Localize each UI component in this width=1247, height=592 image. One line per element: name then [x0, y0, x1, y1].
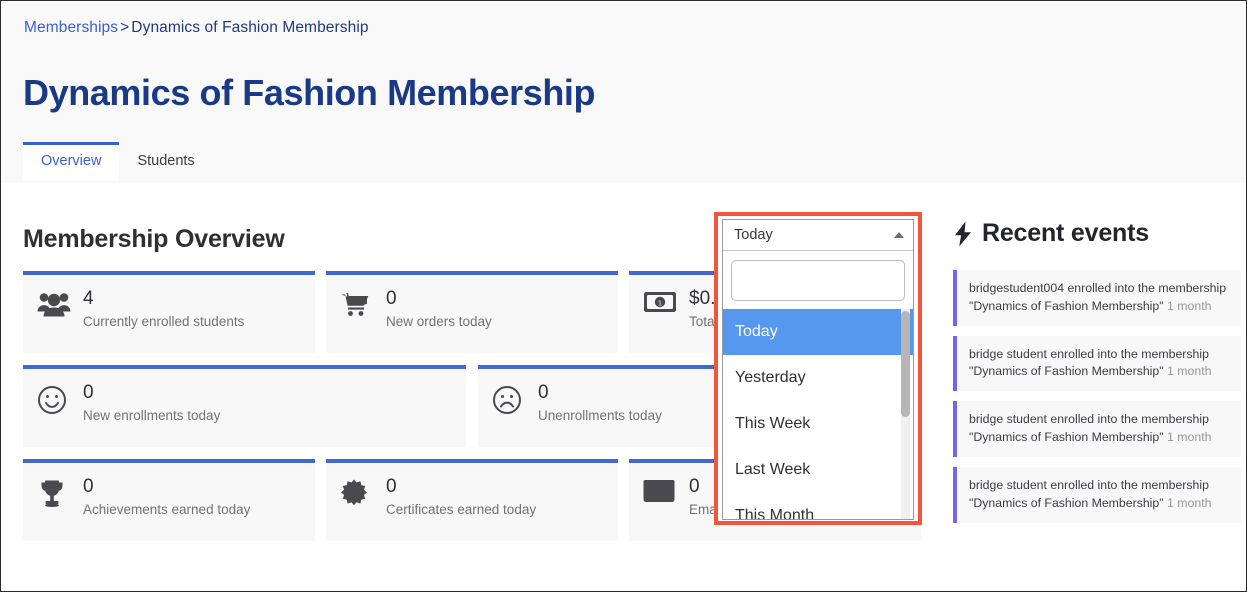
stat-card-enrolled-students[interactable]: 4 Currently enrolled students	[23, 271, 315, 353]
stat-card-new-orders[interactable]: 0 New orders today	[326, 271, 618, 353]
stat-card-body: 0 Unenrollments today	[536, 383, 662, 423]
certificate-badge-icon	[340, 477, 384, 507]
stat-card-achievements[interactable]: 0 Achievements earned today	[23, 459, 315, 541]
period-dropdown: Today Today Yesterday This Week Last Wee…	[722, 219, 914, 520]
breadcrumb: Memberships > Dynamics of Fashion Membersh…	[24, 19, 369, 37]
stat-value: 0	[386, 476, 397, 497]
stat-card-body: 0 Certificates earned today	[384, 477, 536, 517]
event-item[interactable]: bridge student enrolled into the members…	[953, 466, 1241, 523]
tab-bar: Overview Students	[23, 142, 213, 180]
stat-label: Tota	[689, 313, 715, 329]
banknote-icon: 1	[643, 289, 687, 313]
breadcrumb-current: Dynamics of Fashion Membership	[131, 19, 369, 36]
period-dropdown-scrollbar[interactable]	[901, 309, 910, 519]
breadcrumb-link-memberships[interactable]: Memberships	[24, 19, 118, 36]
shopping-cart-icon	[340, 289, 384, 318]
membership-dashboard-page: Memberships > Dynamics of Fashion Membersh…	[0, 0, 1247, 592]
stat-card-new-enrollments[interactable]: 0 New enrollments today	[23, 365, 466, 447]
people-icon	[37, 289, 81, 317]
event-time-ago: 1 month	[1167, 364, 1212, 379]
scrollbar-thumb[interactable]	[901, 311, 910, 417]
tab-overview[interactable]: Overview	[23, 142, 120, 180]
stat-card-body: 0 New orders today	[384, 289, 492, 329]
svg-text:1: 1	[658, 298, 662, 307]
event-time-ago: 1 month	[1167, 430, 1212, 445]
period-option-this-week[interactable]: This Week	[723, 401, 913, 447]
stat-label: Achievements earned today	[83, 501, 251, 517]
recent-events-panel: Recent events bridgestudent004 enrolled …	[953, 219, 1241, 533]
recent-events-title: Recent events	[953, 219, 1241, 248]
lightning-bolt-icon	[953, 221, 973, 247]
period-option-last-week[interactable]: Last Week	[723, 447, 913, 493]
period-option-yesterday[interactable]: Yesterday	[723, 355, 913, 401]
page-content: Membership Overview 4 Currently enrolled…	[2, 183, 1246, 591]
breadcrumb-separator: >	[120, 19, 130, 36]
period-dropdown-highlight: Today Today Yesterday This Week Last Wee…	[714, 212, 922, 525]
period-dropdown-toggle[interactable]: Today	[723, 220, 913, 251]
event-item[interactable]: bridge student enrolled into the members…	[953, 401, 1241, 457]
chevron-up-icon	[894, 232, 904, 238]
tab-students[interactable]: Students	[119, 142, 212, 180]
stat-label: Currently enrolled students	[83, 313, 245, 329]
stat-value: 0	[538, 382, 549, 403]
stat-value: 0	[386, 288, 397, 309]
stat-label: New orders today	[386, 313, 492, 329]
stat-value: $0.	[689, 288, 716, 309]
page-header: Memberships > Dynamics of Fashion Membersh…	[2, 2, 1246, 183]
event-item[interactable]: bridgestudent004 enrolled into the membe…	[953, 270, 1241, 326]
period-option-today[interactable]: Today	[723, 309, 913, 355]
trophy-icon	[37, 477, 81, 508]
event-item[interactable]: bridge student enrolled into the members…	[953, 335, 1241, 392]
stat-value: 4	[83, 288, 94, 309]
page-title: Dynamics of Fashion Membership	[23, 72, 596, 113]
stat-card-certificates[interactable]: 0 Certificates earned today	[326, 459, 618, 541]
stat-card-body: $0. Tota	[687, 289, 715, 329]
period-dropdown-options: Today Yesterday This Week Last Week This…	[723, 309, 913, 519]
stat-label: Unenrollments today	[538, 407, 662, 423]
recent-events-list: bridgestudent004 enrolled into the membe…	[953, 270, 1241, 523]
stat-value: 0	[83, 382, 94, 403]
sad-face-icon	[492, 383, 536, 415]
stat-label: Certificates earned today	[386, 501, 537, 517]
event-time-ago: 1 month	[1167, 298, 1212, 313]
period-dropdown-selected-value: Today	[734, 227, 773, 243]
period-dropdown-search-input[interactable]	[731, 260, 905, 301]
event-time-ago: 1 month	[1167, 495, 1212, 510]
stat-label: New enrollments today	[83, 407, 221, 423]
period-option-this-month[interactable]: This Month	[723, 493, 913, 519]
envelope-icon	[643, 477, 687, 503]
section-title-membership-overview: Membership Overview	[23, 225, 285, 253]
stat-card-body: 4 Currently enrolled students	[81, 289, 244, 329]
recent-events-title-text: Recent events	[982, 219, 1149, 247]
stat-value: 0	[83, 476, 94, 497]
stat-card-body: 0 New enrollments today	[81, 383, 220, 423]
smiley-face-icon	[37, 383, 81, 415]
stat-card-body: 0 Achievements earned today	[81, 477, 250, 517]
